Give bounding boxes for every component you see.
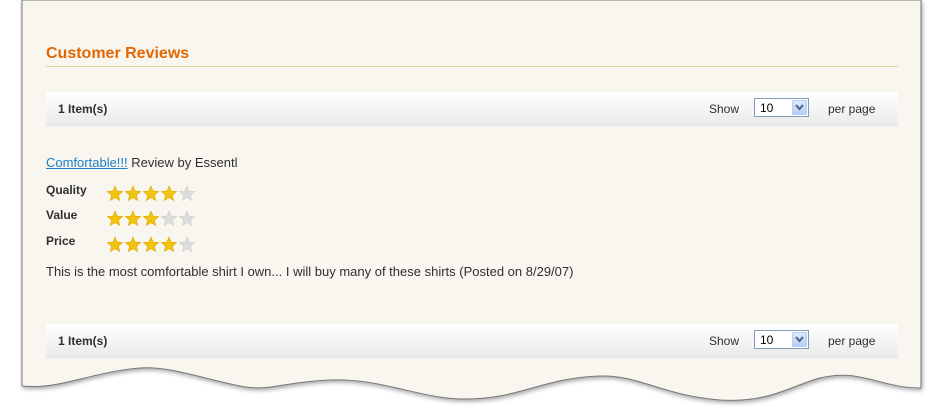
star-empty-icon: [178, 236, 196, 253]
per-page-select[interactable]: 10: [754, 98, 809, 117]
review-header: Comfortable!!! Review by Essentl: [46, 155, 237, 170]
per-page-label: per page: [828, 102, 876, 116]
pager-toolbar-top: 1 Item(s) Show 10 per page: [46, 92, 898, 126]
title-divider: [46, 66, 898, 67]
star-rating: [107, 236, 196, 253]
star-empty-icon: [178, 185, 196, 202]
star-filled-icon: [142, 236, 160, 253]
review-title-link[interactable]: Comfortable!!!: [46, 155, 128, 170]
item-count: 1 Item(s): [58, 102, 108, 116]
show-label: Show: [709, 102, 740, 116]
rating-label: Quality: [46, 183, 87, 197]
star-filled-icon: [142, 185, 160, 202]
per-page-value: 10: [760, 101, 774, 115]
star-empty-icon: [178, 210, 196, 227]
star-filled-icon: [107, 236, 124, 253]
pager-toolbar-bottom: 1 Item(s) Show 10 per page: [46, 324, 898, 358]
review-text: This is the most comfortable shirt I own…: [46, 264, 574, 279]
star-filled-icon: [124, 185, 142, 202]
star-filled-icon: [142, 210, 160, 227]
star-filled-icon: [124, 236, 142, 253]
review-byline: Review by Essentl: [127, 155, 238, 170]
star-rating: [107, 210, 196, 227]
per-page-label: per page: [828, 334, 876, 348]
star-filled-icon: [107, 185, 124, 202]
per-page-value: 10: [760, 333, 774, 347]
star-filled-icon: [160, 236, 178, 253]
star-filled-icon: [160, 185, 178, 202]
show-label: Show: [709, 334, 740, 348]
chevron-down-icon[interactable]: [792, 100, 807, 115]
chevron-down-icon[interactable]: [792, 332, 807, 347]
reviews-panel: Customer Reviews 1 Item(s) Show 10 per p…: [22, 0, 920, 408]
per-page-select[interactable]: 10: [754, 330, 809, 349]
star-empty-icon: [160, 210, 178, 227]
screenshot-stage: Customer Reviews 1 Item(s) Show 10 per p…: [0, 0, 933, 408]
star-filled-icon: [124, 210, 142, 227]
rating-label: Value: [46, 208, 78, 222]
section-title: Customer Reviews: [46, 45, 190, 62]
item-count: 1 Item(s): [58, 334, 108, 348]
rating-label: Price: [46, 234, 76, 248]
star-rating: [107, 185, 196, 202]
star-filled-icon: [107, 210, 124, 227]
